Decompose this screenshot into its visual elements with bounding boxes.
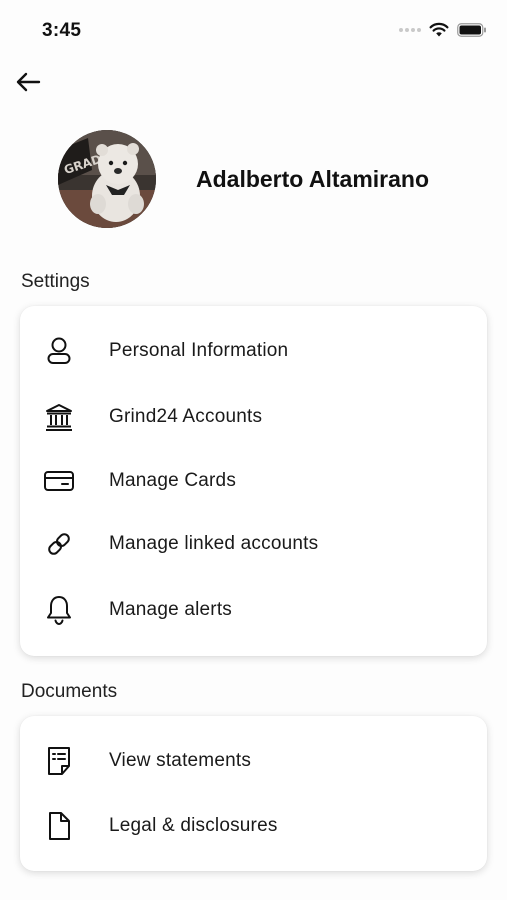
menu-item-label: Legal & disclosures bbox=[109, 815, 278, 836]
menu-item-manage-linked-accounts[interactable]: Manage linked accounts bbox=[20, 516, 487, 572]
document-icon bbox=[42, 809, 76, 843]
menu-item-view-statements[interactable]: View statements bbox=[20, 733, 487, 789]
arrow-left-icon bbox=[16, 72, 41, 92]
link-icon bbox=[42, 527, 76, 561]
bell-icon bbox=[42, 593, 76, 627]
status-bar: 3:45 bbox=[0, 0, 507, 60]
documents-section-title: Documents bbox=[21, 681, 118, 702]
menu-item-manage-alerts[interactable]: Manage alerts bbox=[20, 582, 487, 638]
card-icon bbox=[42, 464, 76, 498]
menu-item-label: Manage alerts bbox=[109, 599, 233, 620]
menu-item-label: Personal Information bbox=[109, 340, 289, 361]
battery-icon bbox=[457, 22, 486, 37]
avatar-image: GRAD bbox=[58, 130, 156, 228]
menu-item-label: Manage Cards bbox=[109, 470, 237, 491]
menu-item-label: View statements bbox=[109, 750, 252, 771]
menu-item-personal-information[interactable]: Personal Information bbox=[20, 323, 487, 379]
person-icon bbox=[42, 334, 76, 368]
menu-item-manage-cards[interactable]: Manage Cards bbox=[20, 453, 487, 509]
status-icons bbox=[399, 22, 487, 37]
documents-card: View statements Legal & disclosures bbox=[20, 716, 487, 871]
settings-card: Personal Information Grind24 Accounts Ma… bbox=[20, 306, 487, 656]
bank-icon bbox=[42, 400, 76, 434]
menu-item-grind24-accounts[interactable]: Grind24 Accounts bbox=[20, 389, 487, 445]
menu-item-label: Grind24 Accounts bbox=[109, 406, 263, 427]
signal-icon bbox=[399, 27, 421, 32]
back-button[interactable] bbox=[12, 66, 44, 98]
profile-name: Adalberto Altamirano bbox=[196, 165, 430, 192]
statement-icon bbox=[42, 744, 76, 778]
menu-item-label: Manage linked accounts bbox=[109, 533, 319, 554]
avatar[interactable]: GRAD bbox=[58, 130, 156, 228]
settings-section-title: Settings bbox=[21, 271, 90, 292]
status-time: 3:45 bbox=[42, 20, 82, 41]
profile-header: GRAD Adalberto Altamirano bbox=[58, 130, 429, 228]
wifi-icon bbox=[429, 22, 449, 37]
menu-item-legal-disclosures[interactable]: Legal & disclosures bbox=[20, 798, 487, 854]
